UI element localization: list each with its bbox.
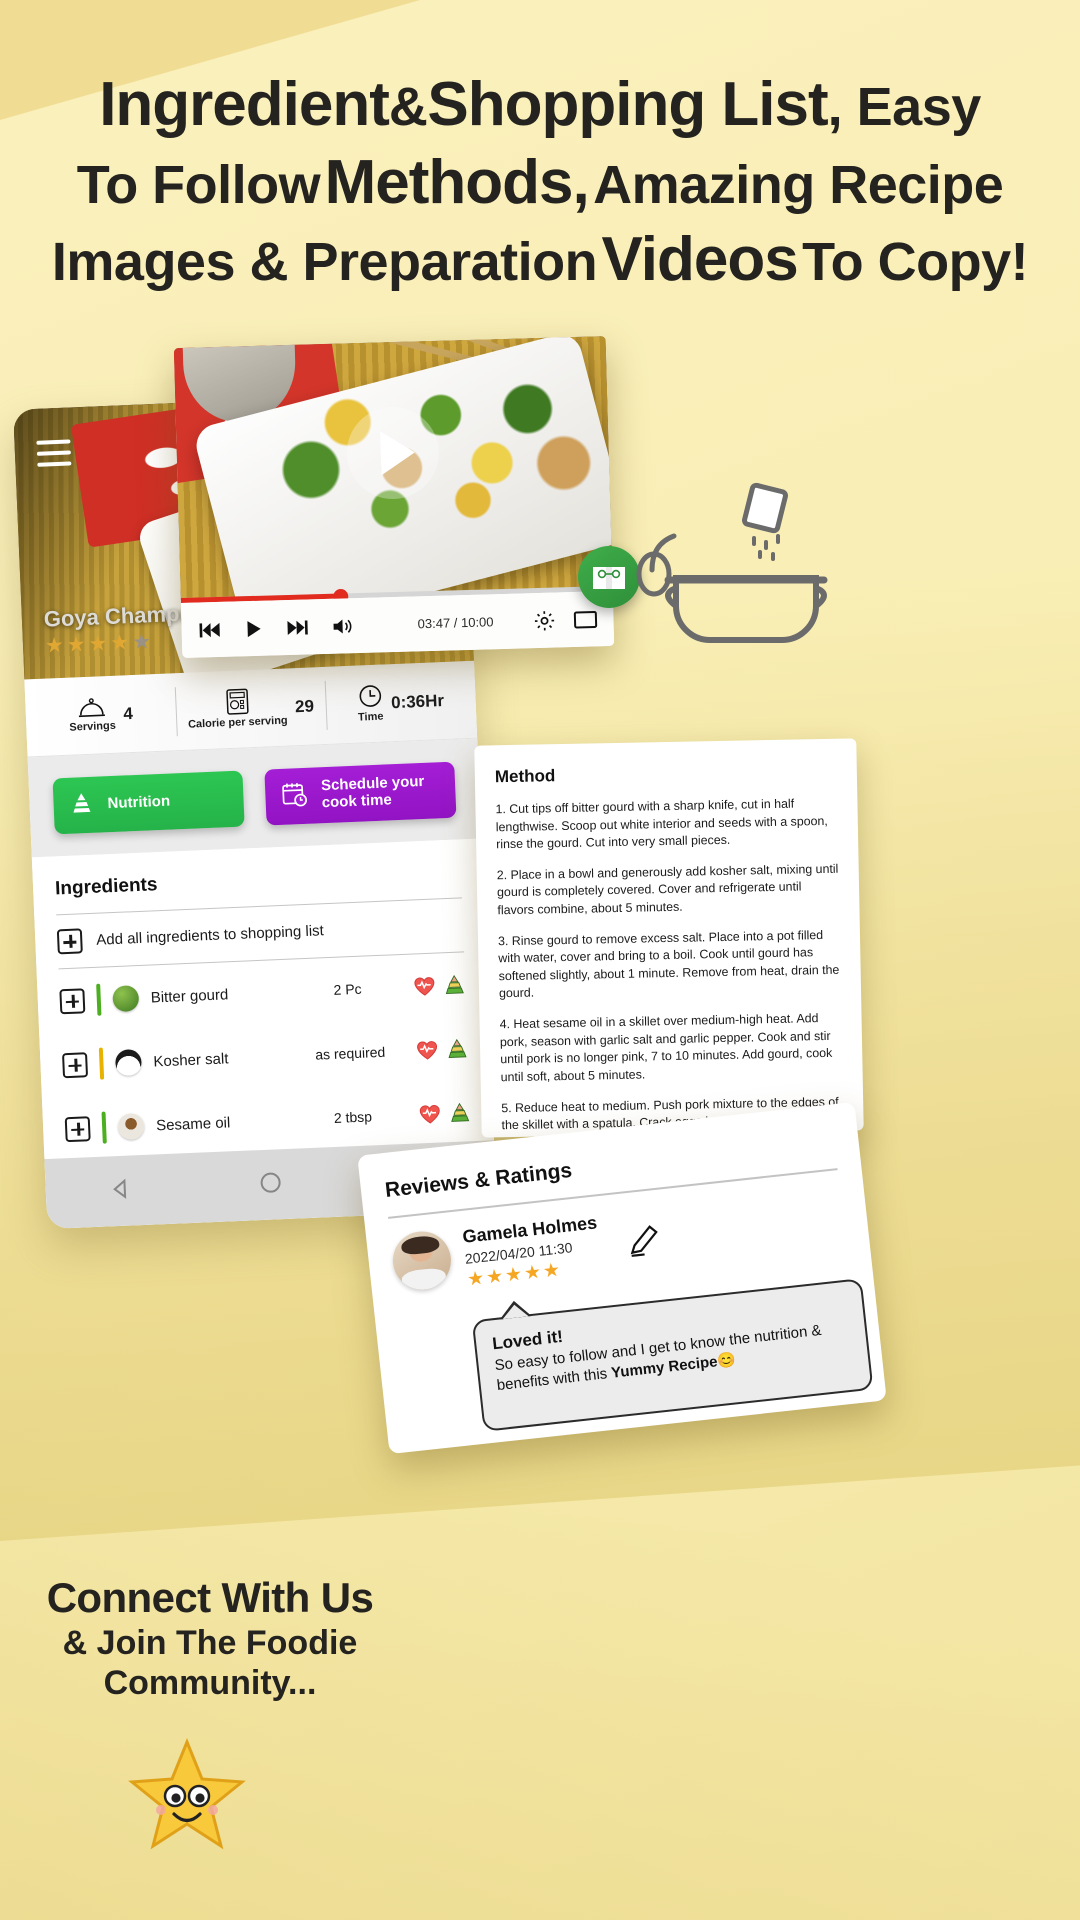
- pencil-edit-icon[interactable]: [625, 1222, 663, 1264]
- method-step: 2. Place in a bowl and generously add ko…: [496, 861, 839, 918]
- previous-track-icon[interactable]: [197, 620, 221, 639]
- info-value-calories: 29: [294, 695, 315, 716]
- video-frame[interactable]: [173, 336, 613, 600]
- review-meta: Gamela Holmes 2022/04/20 11:30 ★★★★★: [462, 1212, 603, 1291]
- connect-section: Connect With Us & Join The Foodie Commun…: [0, 1575, 420, 1703]
- headline-emphasis-methods: Methods,: [324, 147, 590, 217]
- serving-dome-icon: Servings: [68, 696, 116, 734]
- plus-box-icon[interactable]: [56, 928, 83, 955]
- heart-pulse-icon: [417, 1041, 438, 1060]
- method-step: 3. Rinse gourd to remove excess salt. Pl…: [497, 927, 840, 1001]
- info-cell-calories: Calorie per serving 29: [174, 667, 327, 750]
- ingredients-section: Ingredients Add all ingredients to shopp…: [31, 838, 495, 1208]
- ingredient-quantity: 2 tbsp: [333, 1108, 373, 1126]
- ingredient-category-bar: [96, 983, 102, 1016]
- info-cell-time: Time 0:36Hr: [324, 661, 477, 744]
- method-heading: Method: [494, 766, 556, 787]
- review-comment-emoji: 😊: [716, 1351, 737, 1371]
- schedule-button-label: Schedule your cook time: [320, 773, 425, 812]
- headline-images-preparation: Images & Preparation: [51, 232, 598, 293]
- hamburger-menu-icon[interactable]: [36, 439, 72, 467]
- food-pyramid-icon: [69, 791, 94, 819]
- plus-box-icon[interactable]: [61, 1051, 89, 1078]
- food-pyramid-icon: [448, 1038, 467, 1058]
- rating-empty-star: ★: [131, 630, 155, 654]
- ingredient-quantity: 2 Pc: [333, 980, 362, 998]
- plus-box-icon[interactable]: [59, 987, 86, 1014]
- info-label-time: Time: [357, 710, 384, 725]
- connect-line-1: Connect With Us: [46, 1574, 374, 1621]
- calendar-clock-icon: [281, 780, 308, 812]
- nutrition-button-label: Nutrition: [107, 792, 171, 812]
- ingredient-badges: [410, 1038, 469, 1060]
- volume-icon[interactable]: [331, 616, 356, 637]
- back-triangle-icon[interactable]: [107, 1175, 134, 1207]
- ingredient-category-bar: [101, 1111, 107, 1144]
- next-track-icon[interactable]: [285, 618, 309, 637]
- ingredient-thumbnail: [114, 1048, 142, 1077]
- food-pyramid-icon: [451, 1102, 470, 1122]
- ingredient-thumbnail: [117, 1112, 145, 1140]
- headline-ampersand: &: [388, 77, 428, 137]
- info-cell-servings: Servings 4: [24, 673, 177, 756]
- headline-easy: , Easy: [827, 77, 982, 137]
- clock-icon: Time: [356, 683, 384, 724]
- heart-pulse-icon: [414, 977, 435, 996]
- review-header: Gamela Holmes 2022/04/20 11:30 ★★★★★: [389, 1186, 846, 1299]
- food-pyramid-icon: [445, 974, 464, 995]
- headline-to-copy: To Copy!: [802, 232, 1029, 293]
- action-button-row: Nutrition Schedule your cook time: [27, 738, 482, 858]
- ingredient-quantity: as required: [314, 1043, 386, 1063]
- avatar: [389, 1228, 454, 1293]
- calorie-calculator-icon: Calorie per serving: [187, 687, 288, 731]
- video-player-card[interactable]: 03:47 / 10:00: [173, 336, 615, 658]
- ingredient-name: Kosher salt: [153, 1049, 229, 1070]
- reviews-ratings-card: Reviews & Ratings Gamela Holmes 2022/04/…: [357, 1101, 887, 1455]
- info-label-servings: Servings: [69, 720, 117, 735]
- plus-box-icon[interactable]: [64, 1115, 91, 1142]
- ingredient-name: Bitter gourd: [150, 985, 229, 1007]
- ingredient-badges: [407, 974, 466, 996]
- method-step: 4. Heat sesame oil in a skillet over med…: [499, 1011, 833, 1085]
- headline-amazing-recipe: Amazing Recipe: [593, 154, 1004, 215]
- headline-emphasis-shopping-list: Shopping List: [427, 70, 828, 139]
- home-circle-icon[interactable]: [257, 1169, 284, 1201]
- info-value-servings: 4: [122, 703, 134, 723]
- ingredient-category-bar: [98, 1047, 105, 1080]
- info-label-calories: Calorie per serving: [187, 715, 288, 732]
- ingredient-name: Sesame oil: [155, 1113, 231, 1134]
- method-card: Method 1. Cut tips off bitter gourd with…: [474, 738, 864, 1138]
- page-headline: Ingredient&Shopping List, Easy To Follow…: [0, 72, 1080, 293]
- info-value-time: 0:36Hr: [390, 690, 445, 712]
- headline-emphasis-ingredient: Ingredient: [99, 70, 390, 139]
- settings-gear-icon[interactable]: [533, 609, 556, 632]
- play-icon[interactable]: [243, 618, 264, 639]
- fullscreen-icon[interactable]: [573, 609, 598, 630]
- add-all-ingredients-label: Add all ingredients to shopping list: [95, 922, 325, 949]
- schedule-cook-time-button[interactable]: Schedule your cook time: [264, 761, 457, 826]
- headline-to-follow: To Follow: [76, 154, 321, 215]
- ingredient-badges: [412, 1102, 471, 1124]
- connect-line-3: Community...: [103, 1663, 317, 1702]
- connect-line-2: & Join The Foodie: [62, 1624, 358, 1663]
- cooking-pot-with-spoon-and-salt-icon: [630, 470, 840, 650]
- rating-filled-stars: ★★★★: [44, 631, 133, 658]
- method-step: 1. Cut tips off bitter gourd with a shar…: [495, 796, 828, 852]
- heart-pulse-icon: [419, 1105, 440, 1124]
- ingredient-thumbnail: [112, 985, 140, 1013]
- recipe-rating-stars: ★★★★★: [44, 629, 154, 659]
- ingredients-heading: Ingredients: [54, 874, 158, 900]
- smiling-star-mascot-icon: [128, 1738, 246, 1854]
- headline-emphasis-videos: Videos: [601, 225, 799, 295]
- video-timestamp: 03:47 / 10:00: [417, 614, 494, 632]
- nutrition-button[interactable]: Nutrition: [52, 770, 245, 835]
